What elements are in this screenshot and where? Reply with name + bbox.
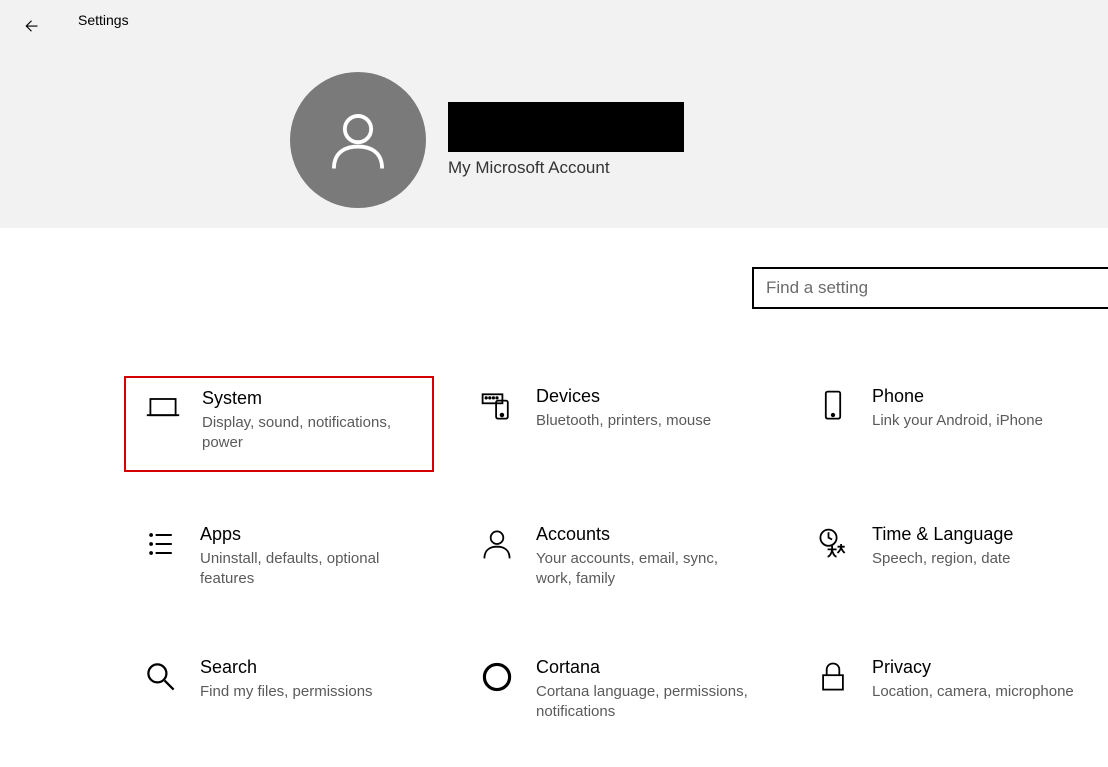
tile-title: Cortana	[536, 657, 754, 678]
tile-title: Time & Language	[872, 524, 1090, 545]
laptop-icon	[142, 390, 184, 432]
tile-title: System	[202, 388, 416, 409]
lock-icon	[812, 659, 854, 701]
search-input[interactable]	[752, 267, 1108, 309]
tile-title: Devices	[536, 386, 754, 407]
tile-apps[interactable]: Apps Uninstall, defaults, optional featu…	[124, 514, 434, 606]
tile-desc: Link your Android, iPhone	[872, 411, 1090, 431]
tile-title: Search	[200, 657, 418, 678]
avatar	[290, 72, 426, 208]
tile-desc: Your accounts, email, sync, work, family	[536, 549, 754, 590]
tile-title: Phone	[872, 386, 1090, 407]
redacted-user-name	[448, 102, 684, 152]
tile-desc: Find my files, permissions	[200, 682, 418, 702]
search-icon	[140, 659, 182, 701]
back-arrow-icon	[21, 17, 39, 35]
tile-desc: Speech, region, date	[872, 549, 1090, 569]
tile-desc: Display, sound, notifications, power	[202, 413, 416, 454]
tile-desc: Location, camera, microphone	[872, 682, 1090, 702]
my-ms-account-link[interactable]: My Microsoft Account	[448, 158, 684, 178]
phone-icon	[812, 388, 854, 430]
tile-privacy[interactable]: Privacy Location, camera, microphone	[796, 647, 1106, 739]
tile-time-language[interactable]: Time & Language Speech, region, date	[796, 514, 1106, 606]
tile-accounts[interactable]: Accounts Your accounts, email, sync, wor…	[460, 514, 770, 606]
back-button[interactable]	[18, 14, 42, 38]
apps-icon	[140, 526, 182, 568]
tile-system[interactable]: System Display, sound, notifications, po…	[124, 376, 434, 472]
tile-title: Privacy	[872, 657, 1090, 678]
time-language-icon	[812, 526, 854, 568]
page-title: Settings	[78, 12, 129, 28]
tile-title: Apps	[200, 524, 418, 545]
cortana-icon	[476, 659, 518, 701]
tile-desc: Cortana language, permissions, notificat…	[536, 682, 754, 723]
tile-devices[interactable]: Devices Bluetooth, printers, mouse	[460, 376, 770, 472]
devices-icon	[476, 388, 518, 430]
tile-search[interactable]: Search Find my files, permissions	[124, 647, 434, 739]
profile-block[interactable]: My Microsoft Account	[290, 72, 684, 208]
person-outline-icon	[476, 526, 518, 568]
tile-desc: Bluetooth, printers, mouse	[536, 411, 754, 431]
tile-desc: Uninstall, defaults, optional features	[200, 549, 418, 590]
person-icon	[323, 105, 393, 175]
tile-phone[interactable]: Phone Link your Android, iPhone	[796, 376, 1106, 472]
tile-title: Accounts	[536, 524, 754, 545]
tile-cortana[interactable]: Cortana Cortana language, permissions, n…	[460, 647, 770, 739]
